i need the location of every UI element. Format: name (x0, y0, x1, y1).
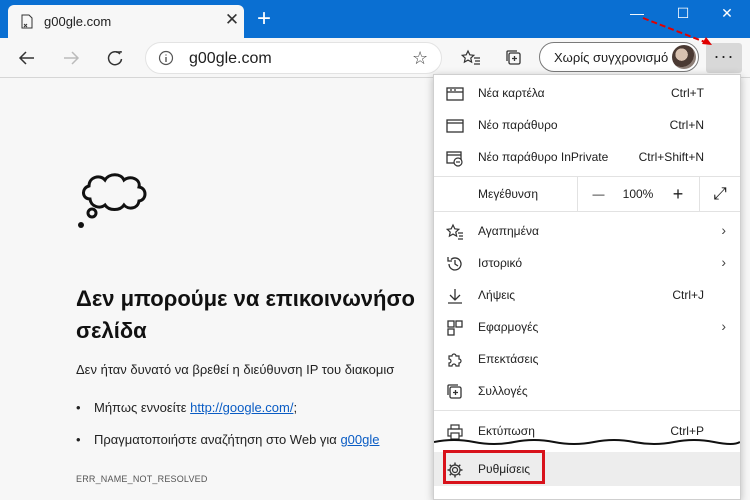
zoom-label: Μεγέθυνση (478, 187, 539, 201)
menu-item-shortcut: Ctrl+T (671, 86, 704, 100)
menu-item-shortcut: Ctrl+Shift+N (638, 150, 704, 164)
suggestion-end: ; (293, 400, 298, 415)
apps-icon (447, 320, 463, 336)
menu-separator (434, 211, 740, 212)
inprivate-window-icon (446, 151, 463, 167)
new-tab-icon (446, 87, 464, 101)
error-description: Δεν ήταν δυνατό να βρεθεί η διεύθυνση IP… (76, 362, 395, 377)
menu-item-collections[interactable]: Συλλογές (434, 375, 740, 407)
annotation-arrow-icon (642, 17, 712, 45)
download-icon (448, 289, 462, 304)
menu-item-extensions[interactable]: Επεκτάσεις (434, 343, 740, 375)
error-title-continued: σελίδα (76, 318, 147, 343)
menu-item-label: Νέα καρτέλα (478, 86, 545, 100)
menu-item-favorites[interactable]: Αγαπημένα › (434, 215, 740, 247)
zoom-level: 100% (622, 187, 654, 201)
menu-item-new-tab[interactable]: Νέα καρτέλα Ctrl+T (434, 77, 740, 109)
suggestion-text: Μήπως εννοείτε (94, 400, 191, 415)
menu-item-label: Λήψεις (478, 288, 516, 302)
menu-item-label: Επεκτάσεις (478, 352, 539, 366)
chevron-right-icon: › (721, 222, 726, 238)
menu-item-label: Αγαπημένα (478, 224, 539, 238)
suggested-url-link[interactable]: http://google.com/ (190, 400, 293, 415)
zoom-control: Μεγέθυνση — 100% + ⤢ (434, 177, 740, 211)
menu-item-label: Συλλογές (478, 384, 528, 398)
zoom-in-button[interactable]: + (657, 177, 699, 211)
error-code: ERR_NAME_NOT_RESOLVED (76, 474, 208, 484)
suggestion-item: • Πραγματοποιήστε αναζήτηση στο Web για g… (76, 432, 379, 447)
suggestion-item: • Μήπως εννοείτε http://google.com/; (76, 400, 297, 415)
search-web-link[interactable]: g00gle (340, 432, 379, 447)
chevron-right-icon: › (721, 318, 726, 334)
menu-item-new-window[interactable]: Νέο παράθυρο Ctrl+N (434, 109, 740, 141)
extensions-puzzle-icon (448, 353, 462, 367)
menu-item-label: Ιστορικό (478, 256, 523, 270)
suggestion-text: Πραγματοποιήστε αναζήτηση στο Web για (94, 432, 341, 447)
bullet-dot: • (76, 400, 81, 415)
menu-item-apps[interactable]: Εφαρμογές › (434, 311, 740, 343)
collections-icon (447, 384, 462, 399)
zoom-out-button[interactable]: — (577, 177, 619, 211)
settings-menu: Νέα καρτέλα Ctrl+T Νέο παράθυρο Ctrl+N Ν… (433, 74, 741, 500)
menu-item-shortcut: Ctrl+J (672, 288, 704, 302)
settings-highlight-box (443, 450, 545, 484)
chevron-right-icon: › (721, 254, 726, 270)
bullet-dot: • (76, 432, 81, 447)
menu-item-downloads[interactable]: Λήψεις Ctrl+J (434, 279, 740, 311)
history-icon (447, 257, 462, 271)
menu-separator (434, 410, 740, 411)
menu-item-new-inprivate[interactable]: Νέο παράθυρο InPrivate Ctrl+Shift+N (434, 141, 740, 173)
menu-item-history[interactable]: Ιστορικό › (434, 247, 740, 279)
menu-item-label: Εκτύπωση (478, 424, 535, 438)
menu-item-shortcut: Ctrl+N (669, 118, 704, 132)
new-window-icon (446, 119, 464, 133)
menu-item-label: Νέο παράθυρο (478, 118, 558, 132)
fullscreen-icon[interactable]: ⤢ (699, 177, 740, 211)
thought-cloud-icon (78, 173, 147, 228)
menu-item-label: Νέο παράθυρο InPrivate (478, 150, 609, 164)
torn-edge-divider (434, 439, 740, 445)
menu-item-label: Εφαρμογές (478, 320, 539, 334)
menu-item-shortcut: Ctrl+P (670, 424, 704, 438)
error-title: Δεν μπορούμε να επικοινωνήσο (76, 286, 415, 311)
favorites-icon (446, 223, 463, 240)
